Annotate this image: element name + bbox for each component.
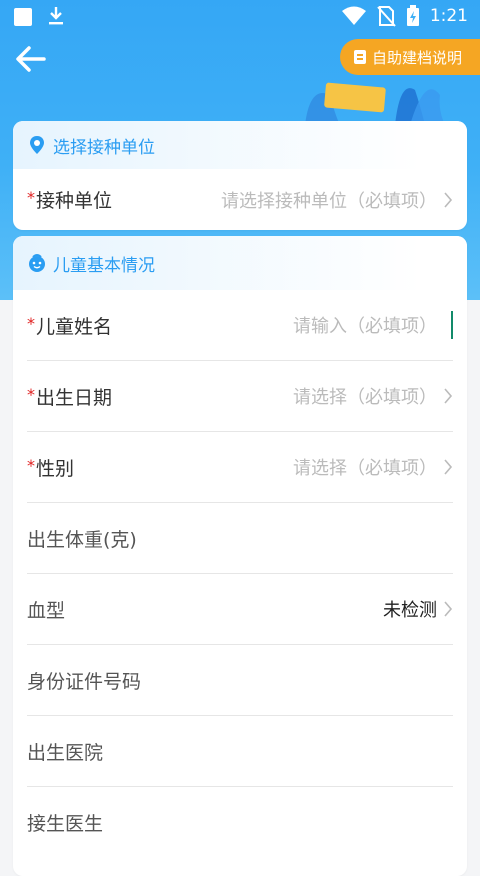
- required-mark: *: [27, 313, 35, 333]
- birth-weight-label: 出生体重(克): [27, 528, 137, 551]
- required-mark: *: [27, 384, 35, 404]
- battery-charging-icon: [406, 5, 419, 26]
- location-pin-icon: [30, 136, 44, 154]
- chevron-right-icon: [444, 459, 453, 475]
- child-info-card-title: 儿童基本情况: [53, 255, 155, 276]
- birth-hospital-row[interactable]: 出生医院: [27, 716, 453, 787]
- decorative-illustration: [305, 82, 445, 125]
- status-bar: 1:21: [0, 0, 480, 34]
- chevron-right-icon: [444, 601, 453, 617]
- unit-card-header: 选择接种单位: [13, 121, 467, 169]
- id-number-label: 身份证件号码: [27, 670, 142, 693]
- child-name-row[interactable]: * 儿童姓名 请输入（必填项）: [27, 290, 453, 361]
- status-time: 1:21: [429, 6, 468, 26]
- gender-placeholder: 请选择（必填项）: [293, 458, 437, 479]
- delivery-doctor-label: 接生医生: [27, 812, 104, 835]
- blood-type-label: 血型: [27, 599, 66, 622]
- birth-weight-row[interactable]: 出生体重(克): [27, 503, 453, 574]
- child-face-icon: [29, 254, 45, 272]
- unit-card: 选择接种单位 * 接种单位 请选择接种单位（必填项）: [13, 121, 467, 230]
- vaccination-unit-placeholder: 请选择接种单位（必填项）: [221, 190, 437, 212]
- back-arrow-icon[interactable]: [14, 44, 48, 74]
- blood-type-value: 未检测: [383, 600, 437, 621]
- birth-date-row[interactable]: * 出生日期 请选择（必填项）: [27, 361, 453, 432]
- vaccination-unit-label: 接种单位: [36, 190, 113, 212]
- help-button-label: 自助建档说明: [371, 48, 462, 67]
- document-icon: [353, 50, 366, 64]
- required-mark: *: [27, 455, 35, 475]
- gender-row[interactable]: * 性别 请选择（必填项）: [27, 432, 453, 503]
- id-number-row[interactable]: 身份证件号码: [27, 645, 453, 716]
- no-sim-icon: [377, 6, 396, 27]
- child-info-card: 儿童基本情况 * 儿童姓名 请输入（必填项） * 出生日期 请选择（必填项） *…: [13, 236, 467, 876]
- vaccination-unit-row[interactable]: * 接种单位 请选择接种单位（必填项）: [27, 169, 453, 230]
- chevron-right-icon: [444, 191, 453, 208]
- chevron-right-icon: [444, 388, 453, 404]
- wifi-icon: [341, 6, 366, 25]
- delivery-doctor-row[interactable]: 接生医生: [27, 787, 453, 857]
- download-icon: [49, 7, 63, 25]
- birth-date-placeholder: 请选择（必填项）: [293, 387, 437, 408]
- text-cursor: [451, 311, 453, 339]
- child-name-input[interactable]: 请输入（必填项）: [293, 312, 437, 338]
- self-registration-help-button[interactable]: 自助建档说明: [339, 39, 480, 75]
- gender-label: 性别: [36, 457, 75, 480]
- birth-hospital-label: 出生医院: [27, 741, 104, 764]
- child-info-card-header: 儿童基本情况: [13, 236, 467, 290]
- birth-date-label: 出生日期: [36, 386, 113, 409]
- notification-square-icon: [14, 8, 32, 26]
- required-mark: *: [27, 188, 35, 207]
- unit-card-title: 选择接种单位: [53, 137, 155, 158]
- blood-type-row[interactable]: 血型 未检测: [27, 574, 453, 645]
- child-name-label: 儿童姓名: [36, 315, 113, 338]
